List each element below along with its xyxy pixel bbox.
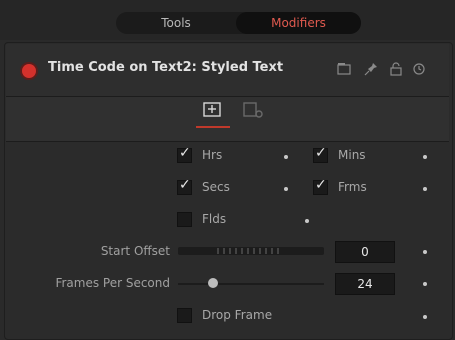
tab-tools[interactable]: Tools xyxy=(116,12,236,34)
fps-label: Frames Per Second xyxy=(55,276,170,290)
fps-keyframe-dot[interactable] xyxy=(423,282,427,286)
tool-title: Time Code on Text2: Styled Text xyxy=(48,60,284,75)
drop-frame-checkbox[interactable] xyxy=(177,308,192,323)
tab-modifiers[interactable]: Modifiers xyxy=(236,12,361,34)
secs-label: Secs xyxy=(202,180,230,194)
pin-icon[interactable] xyxy=(363,62,379,78)
fps-slider-track[interactable] xyxy=(178,283,324,285)
mins-checkbox[interactable]: ✓ xyxy=(313,145,328,163)
controls-tab-icon[interactable] xyxy=(201,100,227,122)
hrs-checkbox[interactable]: ✓ xyxy=(177,145,192,163)
frms-keyframe-dot[interactable] xyxy=(423,187,427,191)
mins-keyframe-dot[interactable] xyxy=(423,155,427,159)
start-offset-thumbwheel[interactable] xyxy=(178,247,324,255)
film-icon[interactable] xyxy=(336,62,352,78)
start-offset-keyframe-dot[interactable] xyxy=(423,250,427,254)
frms-checkbox[interactable]: ✓ xyxy=(313,177,328,195)
drop-frame-label: Drop Frame xyxy=(202,308,273,322)
fps-slider-handle[interactable] xyxy=(208,278,218,288)
hrs-label: Hrs xyxy=(202,148,223,162)
fps-input[interactable]: 24 xyxy=(335,273,395,295)
hrs-keyframe-dot[interactable] xyxy=(284,155,288,159)
settings-tab-icon[interactable] xyxy=(241,100,267,122)
mins-label: Mins xyxy=(338,148,366,162)
flds-checkbox[interactable] xyxy=(177,212,192,227)
secs-keyframe-dot[interactable] xyxy=(284,187,288,191)
drop-frame-keyframe-dot[interactable] xyxy=(423,315,427,319)
flds-keyframe-dot[interactable] xyxy=(305,219,309,223)
inspector-subtabs xyxy=(6,97,449,142)
reset-icon[interactable] xyxy=(411,62,427,78)
tab-switcher: Tools Modifiers xyxy=(116,12,361,34)
secs-checkbox[interactable]: ✓ xyxy=(177,177,192,195)
flds-label: Flds xyxy=(202,212,227,226)
frms-label: Frms xyxy=(338,180,367,194)
lock-icon[interactable] xyxy=(388,62,404,78)
start-offset-input[interactable]: 0 xyxy=(335,241,395,263)
start-offset-label: Start Offset xyxy=(100,244,170,258)
active-subtab-indicator xyxy=(196,126,230,128)
enable-toggle[interactable] xyxy=(22,64,36,78)
